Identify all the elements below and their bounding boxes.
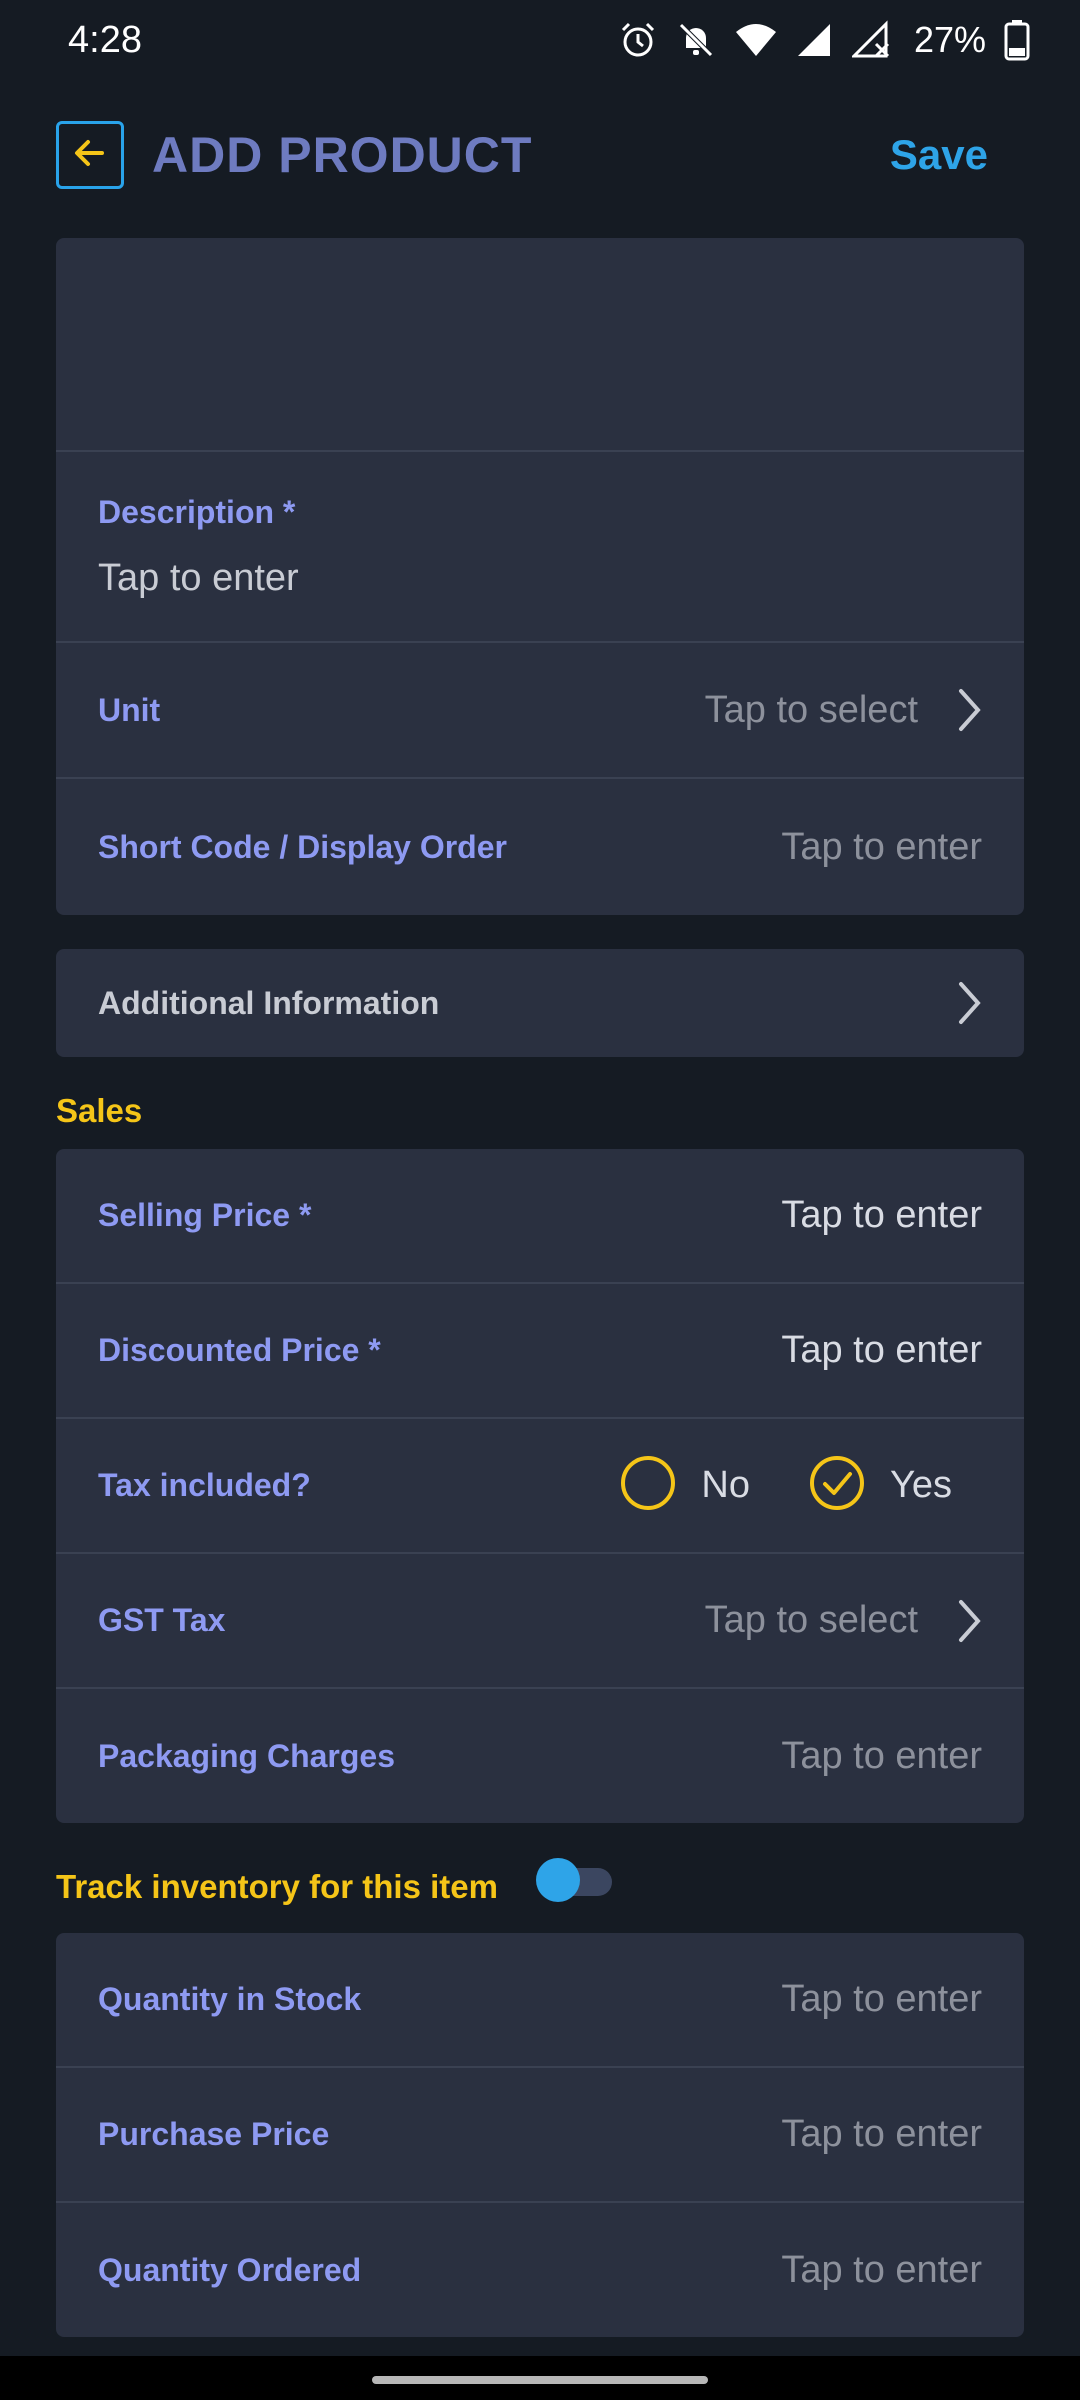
chevron-right-icon — [958, 981, 982, 1025]
discounted-price-input[interactable]: Tap to enter — [781, 1329, 982, 1372]
purchase-price-label: Purchase Price — [98, 2116, 330, 2152]
description-input[interactable]: Tap to enter — [98, 557, 299, 600]
arrow-left-icon — [70, 133, 110, 178]
description-field[interactable]: Description * Tap to enter — [56, 452, 1024, 643]
tax-no-label: No — [701, 1464, 750, 1506]
selling-price-input[interactable]: Tap to enter — [781, 1194, 982, 1237]
quantity-ordered-input[interactable]: Tap to enter — [781, 2249, 982, 2292]
unit-select[interactable]: Tap to select — [705, 689, 918, 732]
gst-tax-row[interactable]: GST Tax Tap to select — [56, 1554, 1024, 1689]
selling-price-label: Selling Price * — [98, 1197, 312, 1233]
tax-included-radio-group: No Yes — [561, 1454, 952, 1517]
chevron-right-icon — [958, 688, 982, 732]
packaging-charges-label: Packaging Charges — [98, 1737, 395, 1774]
short-code-input[interactable]: Tap to enter — [781, 826, 982, 869]
battery-percent: 27% — [913, 19, 986, 60]
quantity-in-stock-row[interactable]: Quantity in Stock Tap to enter — [56, 1933, 1024, 2068]
track-inventory-toggle[interactable] — [536, 1858, 612, 1902]
tax-yes-radio[interactable]: Yes — [808, 1454, 952, 1517]
purchase-price-input[interactable]: Tap to enter — [781, 2113, 982, 2156]
tax-yes-label: Yes — [890, 1464, 952, 1506]
short-code-label: Short Code / Display Order — [98, 828, 507, 865]
quantity-ordered-row[interactable]: Quantity Ordered Tap to enter — [56, 2203, 1024, 2337]
home-gesture-pill[interactable] — [372, 2376, 708, 2384]
selling-price-row[interactable]: Selling Price * Tap to enter — [56, 1149, 1024, 1284]
additional-info-card[interactable]: Additional Information — [56, 949, 1024, 1057]
sales-card: Selling Price * Tap to enter Discounted … — [56, 1149, 1024, 1823]
unit-row[interactable]: Unit Tap to select — [56, 643, 1024, 779]
tax-included-row: Tax included? No Yes — [56, 1419, 1024, 1554]
inventory-section-title: Track inventory for this item — [56, 1868, 498, 1905]
wifi-icon — [734, 20, 778, 60]
save-button[interactable]: Save — [890, 131, 988, 179]
inventory-card: Quantity in Stock Tap to enter Purchase … — [56, 1933, 1024, 2337]
system-nav-bar — [0, 2356, 1080, 2400]
discounted-price-row[interactable]: Discounted Price * Tap to enter — [56, 1284, 1024, 1419]
quantity-in-stock-input[interactable]: Tap to enter — [781, 1978, 982, 2021]
battery-icon — [1004, 19, 1030, 61]
radio-checked-icon — [808, 1454, 866, 1517]
additional-info-label: Additional Information — [98, 984, 440, 1021]
toggle-thumb — [536, 1858, 580, 1902]
chevron-right-icon — [958, 1599, 982, 1643]
status-icons: 27% — [618, 19, 1030, 61]
purchase-price-row[interactable]: Purchase Price Tap to enter — [56, 2068, 1024, 2203]
back-button[interactable] — [56, 121, 124, 189]
quantity-ordered-label: Quantity Ordered — [98, 2251, 362, 2288]
packaging-charges-input[interactable]: Tap to enter — [781, 1735, 982, 1778]
bell-off-icon — [676, 20, 716, 60]
radio-unchecked-icon — [619, 1454, 677, 1517]
product-image-area[interactable] — [56, 238, 1024, 452]
tax-included-label: Tax included? — [98, 1467, 311, 1503]
discounted-price-label: Discounted Price * — [98, 1332, 381, 1368]
additional-info-row[interactable]: Additional Information — [56, 949, 1024, 1057]
signal-off-icon — [851, 20, 892, 60]
page-title: ADD PRODUCT — [152, 127, 533, 183]
product-details-card: Description * Tap to enter Unit Tap to s… — [56, 238, 1024, 915]
short-code-row[interactable]: Short Code / Display Order Tap to enter — [56, 779, 1024, 915]
signal-icon — [796, 20, 834, 60]
alarm-icon — [618, 20, 658, 60]
gst-tax-label: GST Tax — [98, 1602, 226, 1638]
quantity-in-stock-label: Quantity in Stock — [98, 1981, 362, 2017]
app-bar: ADD PRODUCT Save — [0, 95, 1080, 215]
description-label: Description * — [98, 493, 296, 530]
status-bar: 4:28 27% — [0, 0, 1080, 80]
packaging-charges-row[interactable]: Packaging Charges Tap to enter — [56, 1689, 1024, 1823]
tax-no-radio[interactable]: No — [619, 1454, 750, 1517]
sales-section-title: Sales — [56, 1092, 143, 1129]
unit-label: Unit — [98, 691, 161, 728]
gst-tax-select[interactable]: Tap to select — [705, 1599, 918, 1642]
status-time: 4:28 — [68, 18, 142, 61]
